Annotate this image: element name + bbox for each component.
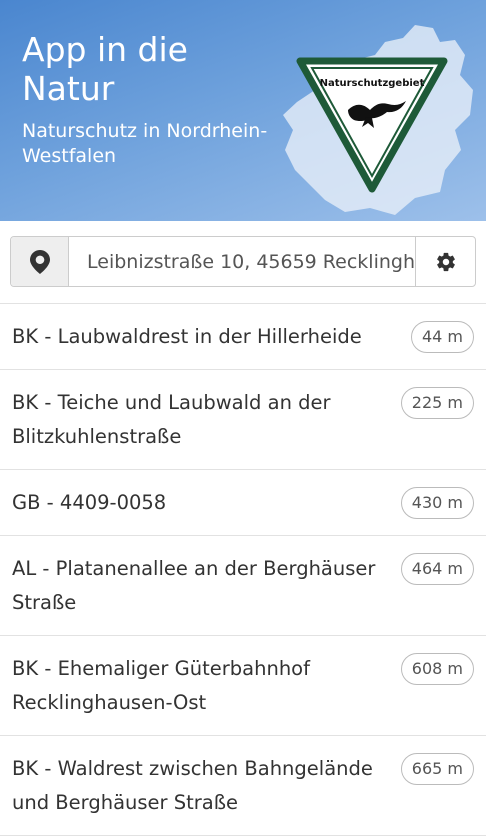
gear-icon (436, 252, 455, 271)
list-item[interactable]: GB - 4409-0058 430 m (0, 470, 486, 536)
sign-label: Naturschutzgebiet (320, 78, 425, 89)
app-title: App in die Natur (22, 30, 188, 108)
distance-badge: 608 m (400, 653, 474, 685)
list-item[interactable]: BK - Teiche und Laubwald an der Blitzkuh… (0, 370, 486, 470)
distance-badge: 665 m (400, 753, 474, 785)
settings-button[interactable] (415, 237, 475, 286)
locate-button[interactable] (11, 237, 69, 286)
app-subtitle: Naturschutz in Nordrhein-Westfalen (22, 120, 268, 167)
map-marker-icon (29, 249, 50, 274)
item-name: AL - Platanenallee an der Berghäuser Str… (12, 556, 376, 614)
item-name: BK - Ehemaliger Güterbahnhof Recklinghau… (12, 656, 310, 714)
app-header: App in die Natur Naturschutz in Nordrhei… (0, 0, 486, 221)
address-search-bar (10, 236, 476, 287)
address-input[interactable] (69, 237, 415, 286)
list-item[interactable]: BK - Waldrest zwischen Bahngelände und B… (0, 736, 486, 836)
nature-reserve-sign-icon: Naturschutzgebiet (296, 57, 448, 193)
distance-badge: 430 m (400, 487, 474, 519)
distance-badge: 44 m (410, 321, 474, 353)
item-name: BK - Laubwaldrest in der Hillerheide (12, 324, 362, 348)
list-item[interactable]: BK - Laubwaldrest in der Hillerheide 44 … (0, 304, 486, 370)
item-name: GB - 4409-0058 (12, 490, 167, 514)
distance-badge: 225 m (400, 387, 474, 419)
item-name: BK - Teiche und Laubwald an der Blitzkuh… (12, 390, 331, 448)
results-list: BK - Laubwaldrest in der Hillerheide 44 … (0, 303, 486, 836)
distance-badge: 464 m (400, 553, 474, 585)
item-name: BK - Waldrest zwischen Bahngelände und B… (12, 756, 373, 814)
list-item[interactable]: BK - Ehemaliger Güterbahnhof Recklinghau… (0, 636, 486, 736)
list-item[interactable]: AL - Platanenallee an der Berghäuser Str… (0, 536, 486, 636)
